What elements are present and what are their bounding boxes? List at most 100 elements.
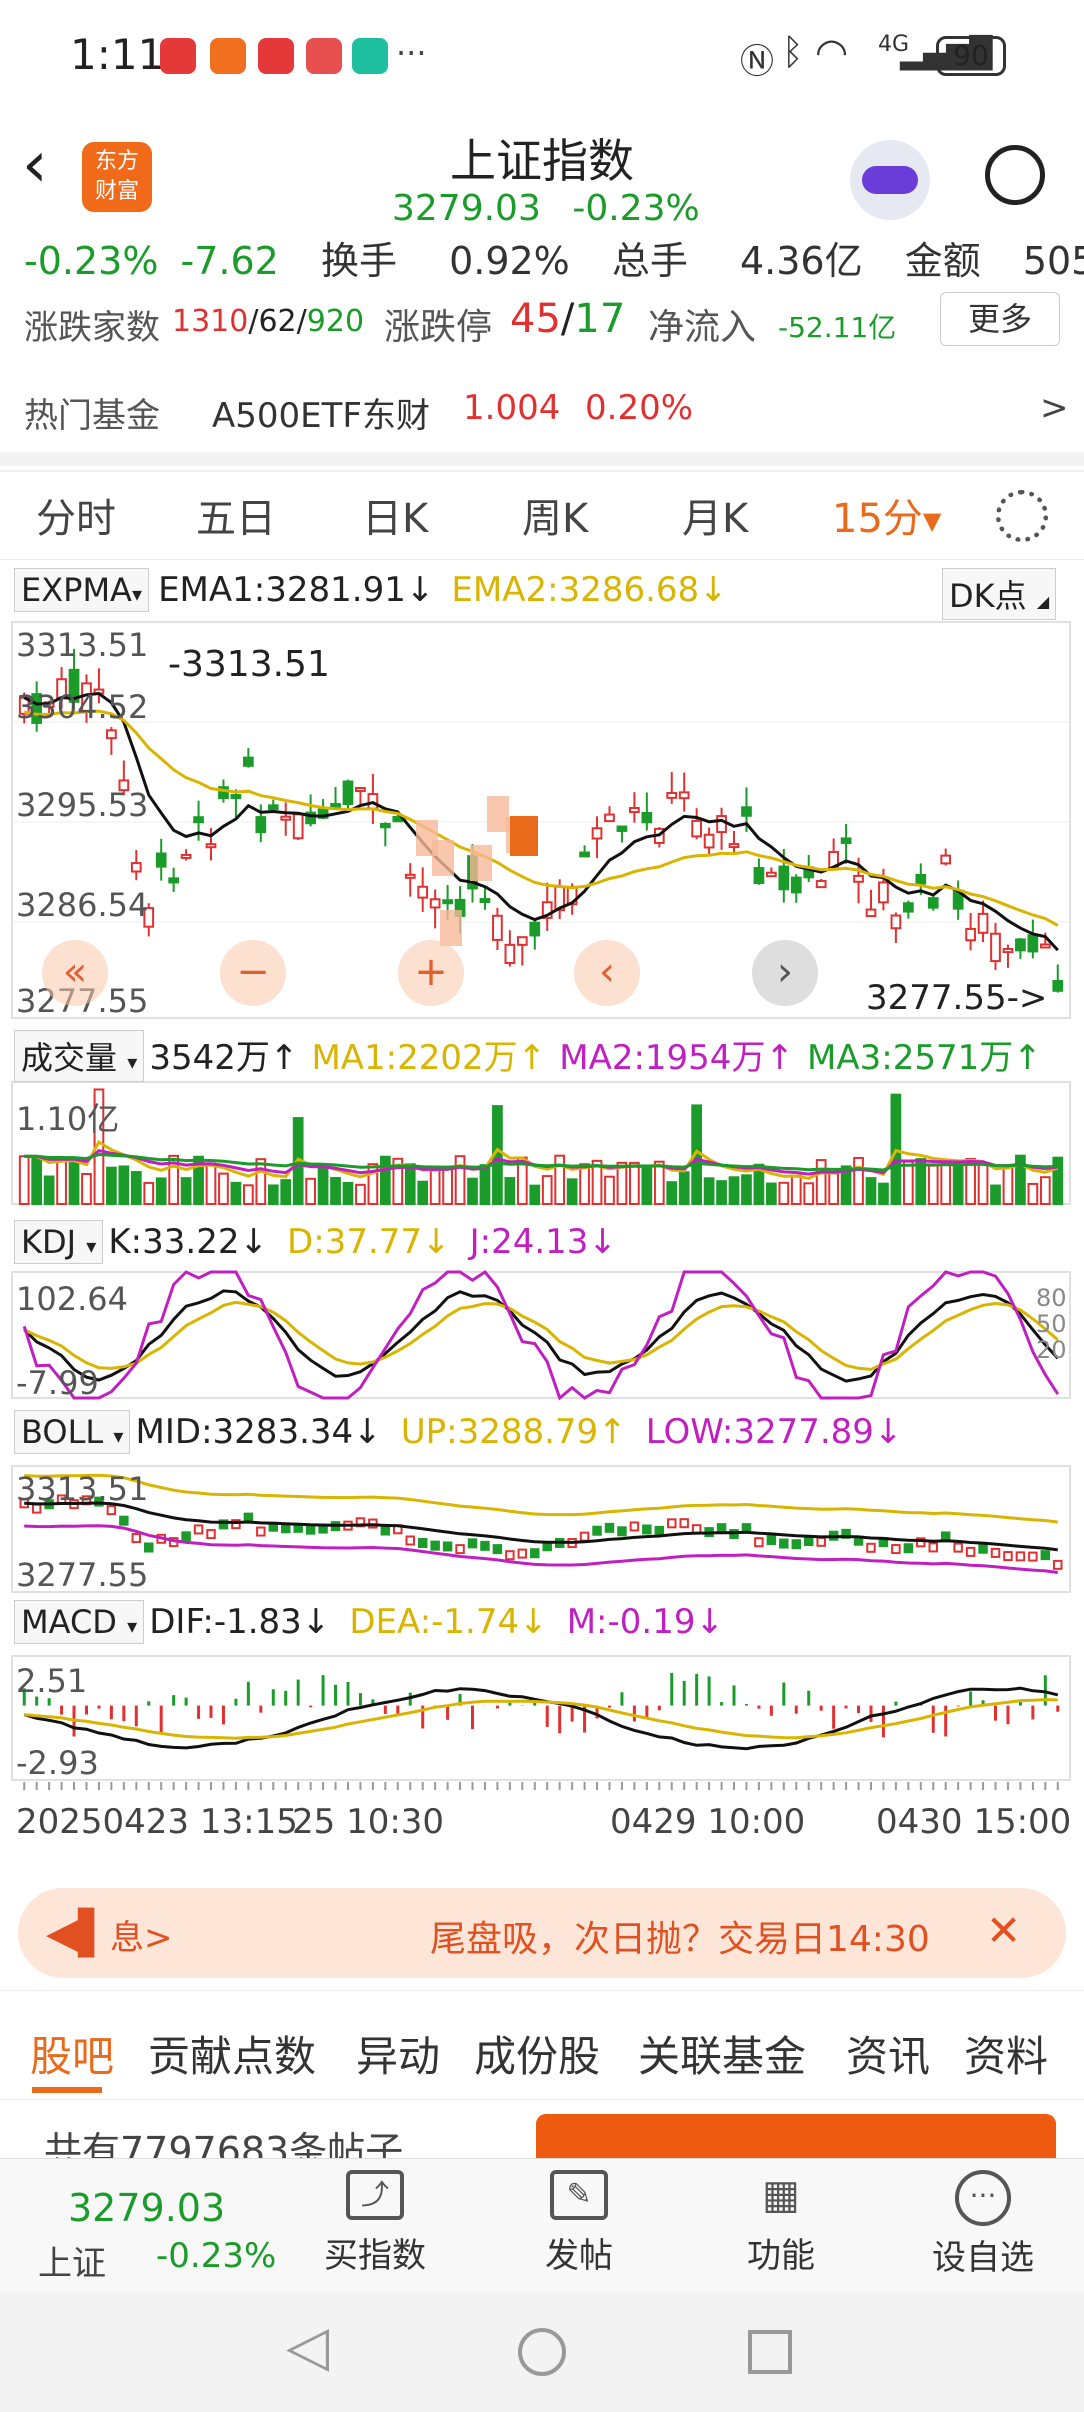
kdj-d-value: D:37.77↓ (287, 1222, 451, 1262)
boll-candle (928, 1542, 938, 1553)
status-time: 1:11 (70, 30, 165, 79)
boll-candle (1015, 1551, 1026, 1562)
tab-daily[interactable]: 日K (362, 486, 428, 544)
home-nav-icon[interactable] (518, 2328, 566, 2376)
candle-body (840, 837, 852, 844)
tab-five-day[interactable]: 五日 (196, 486, 276, 544)
candle-body (504, 943, 516, 965)
tab-minute[interactable]: 分时 (36, 486, 116, 544)
post-button[interactable]: ✎ 发帖 (504, 2170, 654, 2290)
tab-anomaly[interactable]: 异动 (356, 2023, 440, 2084)
tab-constituents[interactable]: 成份股 (474, 2023, 600, 2084)
expma-legend: EXPMA▾ EMA1:3281.91↓ EMA2:3286.68↓ DK点 ◢ (14, 568, 1074, 620)
kdj-selector[interactable]: KDJ ▾ (14, 1220, 104, 1264)
app-notification-icon (210, 38, 246, 74)
candle-body (915, 873, 927, 885)
promo-banner[interactable]: ◀▌ 息> 尾盘吸，次日抛？交易日14:30 ✕ (18, 1888, 1066, 1978)
macd-dea-line (24, 1698, 1058, 1740)
hot-fund-label: 热门基金 (24, 396, 160, 436)
kdj-k-value: K:33.22↓ (108, 1222, 268, 1262)
boll-candle (530, 1548, 540, 1559)
boll-candle (642, 1524, 652, 1535)
boll-selector[interactable]: BOLL ▾ (14, 1410, 131, 1454)
candle-body (492, 914, 503, 941)
boll-candle (903, 1543, 914, 1554)
macd-axis-label: -2.93 (16, 1744, 99, 1782)
volume-bar (243, 1184, 254, 1205)
function-button[interactable]: ▦ 功能 (706, 2170, 856, 2290)
macd-dea-value: DEA:-1.74↓ (349, 1602, 548, 1642)
boll-candle (978, 1543, 988, 1554)
volume-bar (678, 1171, 690, 1205)
macd-selector[interactable]: MACD ▾ (14, 1600, 145, 1644)
volume-bar (118, 1165, 130, 1206)
volume-bar (990, 1184, 1001, 1205)
boll-selector-label: BOLL (21, 1413, 104, 1451)
boll-up-line (24, 1473, 1058, 1524)
boll-candle (505, 1550, 515, 1561)
volume-bar (1002, 1165, 1014, 1205)
tab-profile[interactable]: 资料 (964, 2023, 1048, 2084)
tab-contribution[interactable]: 贡献点数 (148, 2023, 316, 2084)
volume-bar (255, 1158, 267, 1205)
hot-fund-row[interactable]: 热门基金 A500ETF东财 1.004 0.20% > (0, 380, 1084, 440)
zoom-in-icon[interactable]: + (398, 940, 464, 1006)
more-button[interactable]: 更多 (940, 292, 1060, 346)
candle-body (292, 813, 304, 840)
tab-news[interactable]: 资讯 (846, 2023, 930, 2084)
robot-assistant-icon[interactable] (850, 140, 930, 220)
candle-body (790, 876, 802, 894)
tab-guba[interactable]: 股吧 (30, 2023, 114, 2084)
scroll-left-icon[interactable]: ‹ (574, 940, 640, 1006)
back-nav-icon[interactable]: ◁ (286, 2314, 329, 2379)
add-watchlist-button[interactable]: ··· 设自选 (908, 2170, 1058, 2290)
candle-body (728, 843, 740, 849)
app-notification-icon (352, 38, 388, 74)
volume-bar (952, 1162, 964, 1206)
volume-bar (716, 1180, 727, 1206)
recents-nav-icon[interactable] (748, 2330, 792, 2374)
boll-candle (791, 1539, 802, 1550)
scroll-right-icon[interactable]: › (752, 940, 818, 1006)
expma-selector[interactable]: EXPMA▾ (14, 568, 149, 612)
dk-point-button[interactable]: DK点 ◢ (942, 568, 1057, 620)
boll-candle (766, 1535, 777, 1546)
tab-monthly[interactable]: 月K (682, 486, 748, 544)
candle-body (691, 819, 703, 838)
tab-weekly[interactable]: 周K (522, 486, 588, 544)
volume-legend: 成交量 ▾ 3542万↑ MA1:2202万↑ MA2:1954万↑ MA3:2… (14, 1030, 1074, 1082)
search-icon[interactable] (985, 145, 1045, 205)
bottom-quote[interactable]: 3279.03 上证 -0.23% (30, 2186, 280, 2286)
buy-index-button[interactable]: ⤴ 买指数 (300, 2170, 450, 2290)
scroll-far-left-icon[interactable]: « (42, 940, 108, 1006)
settings-gear-icon[interactable] (996, 490, 1048, 542)
boll-candle (181, 1531, 191, 1542)
period-tabs: 分时 五日 日K 周K 月K 15分▼ (0, 470, 1084, 560)
volume-bar (977, 1163, 989, 1205)
more-notifications: ··· (396, 34, 427, 72)
boll-candle (990, 1547, 1001, 1558)
volume-bar (790, 1174, 802, 1205)
zoom-out-icon[interactable]: − (220, 940, 286, 1006)
boll-candle (144, 1542, 154, 1553)
tab-related-funds[interactable]: 关联基金 (638, 2023, 806, 2084)
kdj-j-value: J:24.13↓ (469, 1222, 617, 1262)
close-icon[interactable]: ✕ (986, 1906, 1021, 1955)
breadth-label: 涨跌家数 (24, 308, 160, 348)
boll-candle (667, 1518, 677, 1529)
volume-bar (529, 1184, 541, 1206)
candle-body (130, 862, 142, 873)
post-action-button[interactable] (536, 2114, 1056, 2160)
wifi-icon: ◠ (815, 30, 849, 74)
boll-candle (467, 1538, 478, 1549)
boll-candle (1028, 1551, 1038, 1562)
signal-marker (440, 910, 462, 946)
boll-candle (430, 1540, 440, 1551)
candle-body (940, 854, 952, 865)
battery-icon: 90 (936, 36, 1006, 76)
signal-marker (487, 796, 509, 832)
candle-body (1052, 980, 1064, 992)
volume-bar (330, 1176, 341, 1205)
volume-selector[interactable]: 成交量 ▾ (14, 1030, 145, 1082)
tab-15min[interactable]: 15分▼ (832, 486, 941, 544)
